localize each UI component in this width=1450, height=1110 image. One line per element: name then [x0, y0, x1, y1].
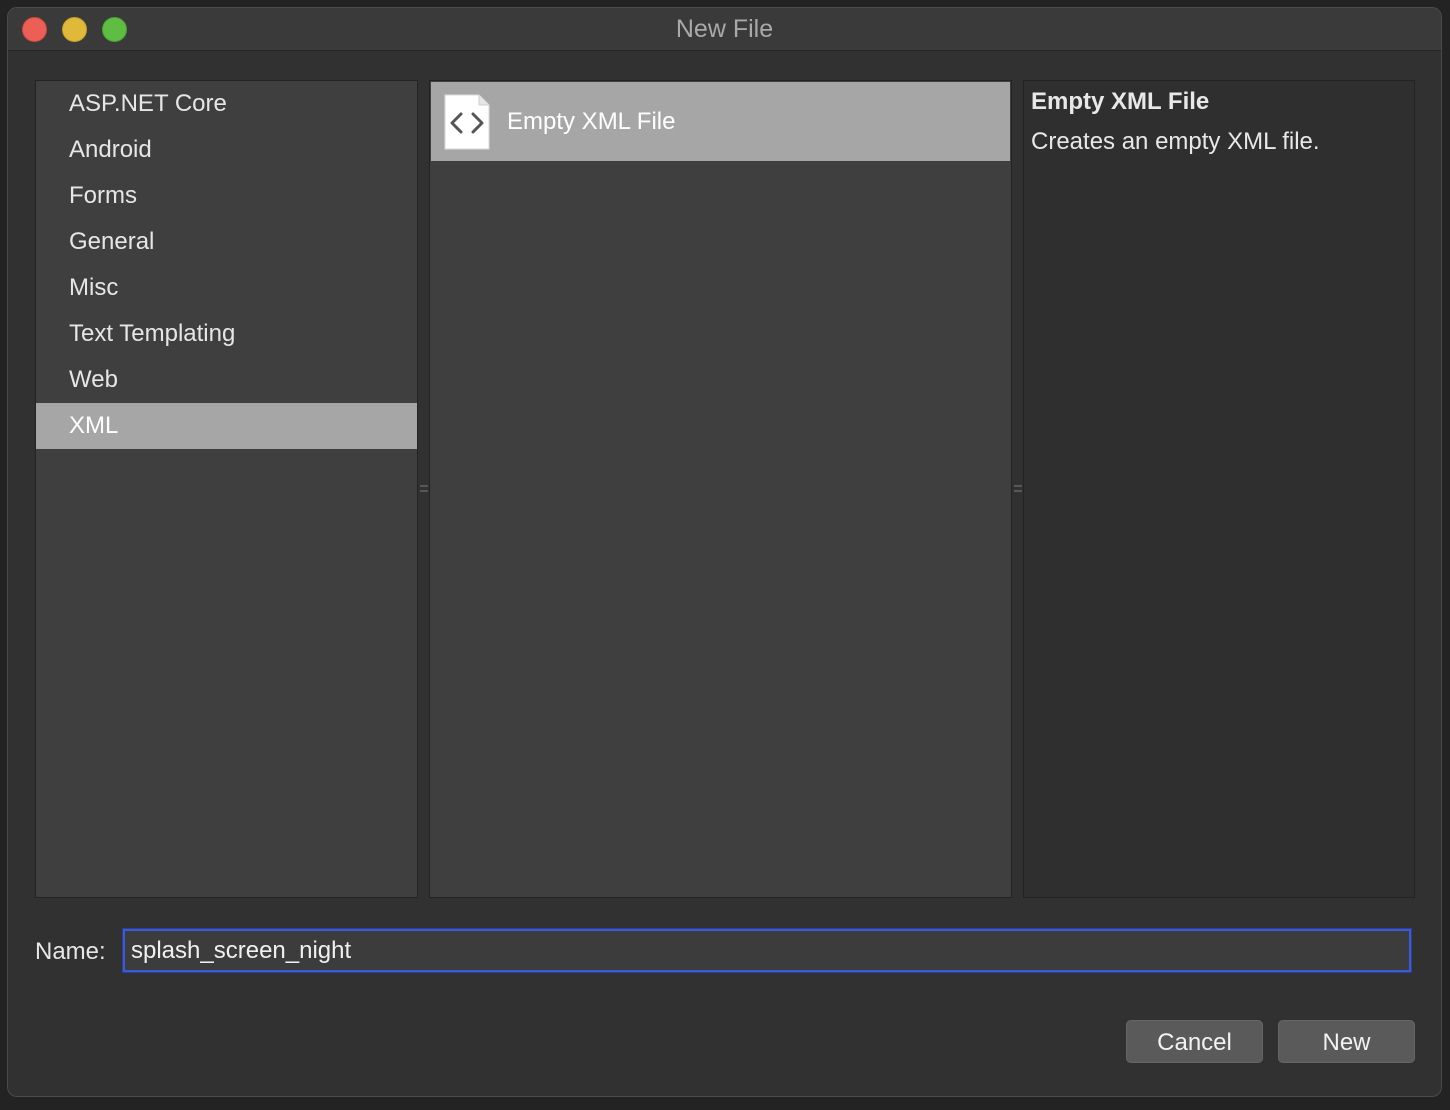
xml-file-icon — [444, 94, 490, 150]
category-item-web[interactable]: Web — [36, 357, 417, 403]
file-name-input[interactable] — [122, 928, 1412, 973]
category-item-forms[interactable]: Forms — [36, 173, 417, 219]
name-label: Name: — [35, 938, 106, 965]
category-list: ASP.NET Core Android Forms General Misc … — [35, 80, 418, 898]
new-button[interactable]: New — [1278, 1020, 1415, 1063]
description-title: Empty XML File — [1031, 88, 1210, 115]
new-file-dialog: New File ASP.NET Core Android Forms Gene… — [7, 7, 1442, 1097]
template-item-empty-xml-file[interactable]: Empty XML File — [431, 82, 1010, 161]
panel-splitter-handle[interactable] — [1014, 482, 1022, 500]
category-item-misc[interactable]: Misc — [36, 265, 417, 311]
title-bar: New File — [8, 8, 1441, 51]
panel-splitter-handle[interactable] — [420, 482, 428, 500]
category-item-aspnet-core[interactable]: ASP.NET Core — [36, 81, 417, 127]
template-label: Empty XML File — [507, 108, 676, 135]
cancel-button[interactable]: Cancel — [1126, 1020, 1263, 1063]
category-item-text-templating[interactable]: Text Templating — [36, 311, 417, 357]
category-item-xml[interactable]: XML — [36, 403, 417, 449]
window-title: New File — [675, 15, 774, 43]
category-item-android[interactable]: Android — [36, 127, 417, 173]
description-panel: Empty XML File Creates an empty XML file… — [1023, 80, 1415, 898]
category-item-general[interactable]: General — [36, 219, 417, 265]
template-list: Empty XML File — [429, 80, 1012, 898]
description-text: Creates an empty XML file. — [1031, 128, 1320, 155]
